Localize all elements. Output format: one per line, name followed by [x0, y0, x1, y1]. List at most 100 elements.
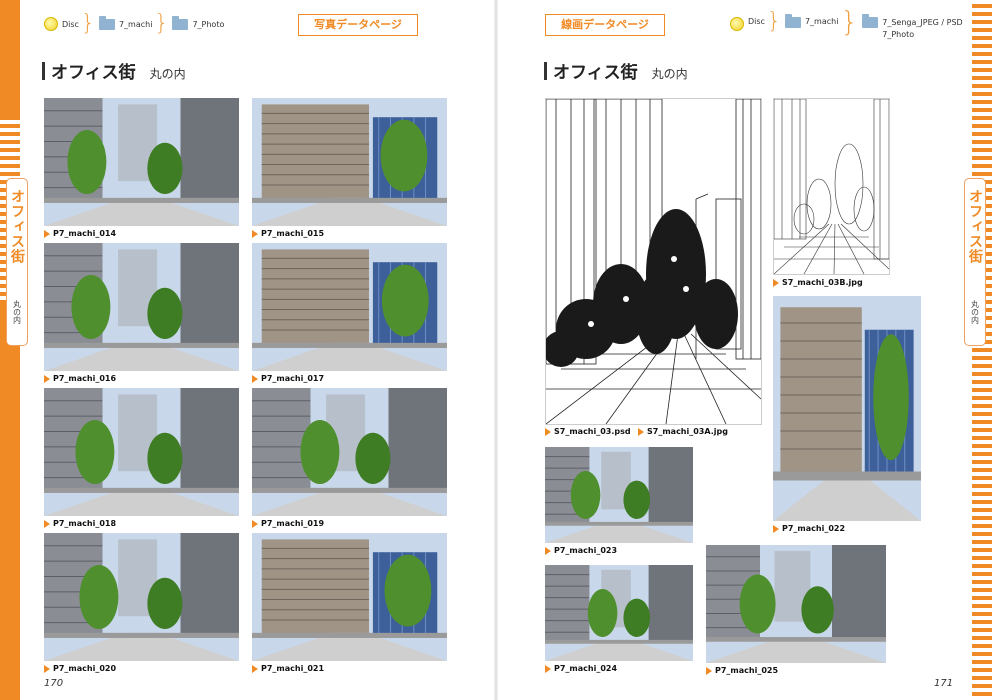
breadcrumb-item[interactable]: 7_machi	[119, 20, 152, 29]
caption-text: S7_machi_03A.jpg	[647, 427, 728, 436]
photo-illustration	[252, 98, 447, 226]
caption-text: P7_machi_019	[261, 519, 325, 528]
side-tab-subtitle: 丸の内	[12, 300, 22, 324]
caption-marker-icon	[44, 664, 50, 673]
disc-icon	[730, 17, 744, 31]
right-page-number: 171	[934, 678, 954, 689]
side-tab-title: オフィス街	[9, 189, 25, 264]
caption-marker-icon	[773, 524, 779, 533]
brace-icon: }	[766, 9, 781, 34]
caption-marker-icon	[545, 427, 551, 436]
photo-illustration	[545, 565, 693, 661]
caption-marker-icon	[252, 519, 258, 528]
photo-caption: P7_machi_025	[706, 666, 778, 675]
folder-icon	[862, 14, 879, 28]
photo-illustration	[545, 447, 693, 543]
folder-icon	[172, 15, 189, 30]
photo-caption: P7_machi_020	[44, 664, 116, 673]
caption-text: S7_machi_03.psd	[554, 427, 631, 436]
breadcrumb-item[interactable]: Disc	[62, 20, 79, 29]
right-page-edge	[972, 0, 992, 700]
line-art-image-small[interactable]	[773, 98, 890, 275]
photo-thumbnail[interactable]	[252, 533, 447, 661]
photo-caption: P7_machi_017	[252, 374, 324, 383]
caption-marker-icon	[545, 546, 551, 555]
photo-thumbnail[interactable]	[252, 98, 447, 226]
photo-caption: P7_machi_019	[252, 519, 324, 528]
caption-text: P7_machi_024	[554, 664, 618, 673]
right-side-index-tab[interactable]: オフィス街 丸の内	[964, 178, 986, 346]
breadcrumb-item[interactable]: 7_Photo	[882, 29, 962, 41]
caption-text: P7_machi_014	[53, 229, 117, 238]
photo-illustration	[252, 243, 447, 371]
breadcrumb-item[interactable]: 7_Photo	[192, 20, 224, 29]
breadcrumb-item[interactable]: 7_Senga_JPEG / PSD	[882, 17, 962, 29]
breadcrumb-item[interactable]: 7_machi	[805, 17, 838, 26]
caption-marker-icon	[44, 519, 50, 528]
caption-text: P7_machi_015	[261, 229, 325, 238]
photo-caption: P7_machi_018	[44, 519, 116, 528]
caption-text: P7_machi_016	[53, 374, 117, 383]
breadcrumb-item[interactable]: Disc	[748, 17, 765, 26]
folder-icon	[784, 14, 801, 28]
caption-text: P7_machi_025	[715, 666, 779, 675]
caption-text: P7_machi_022	[782, 524, 846, 533]
photo-thumbnail[interactable]	[44, 243, 239, 371]
left-page-number: 170	[44, 678, 64, 689]
left-side-index-tab[interactable]: オフィス街 丸の内	[6, 178, 28, 346]
line-art-caption: S7_machi_03A.jpg	[638, 427, 728, 436]
brace-icon: }	[154, 11, 169, 36]
brace-icon: }	[840, 5, 859, 38]
line-art-drawing	[546, 99, 761, 424]
photo-caption: P7_machi_015	[252, 229, 324, 238]
page-title: オフィス街	[553, 63, 638, 83]
line-art-image-large[interactable]	[545, 98, 762, 425]
caption-marker-icon	[252, 374, 258, 383]
photo-thumbnail[interactable]	[706, 545, 886, 663]
caption-marker-icon	[638, 427, 644, 436]
right-page-title: オフィス街 丸の内	[544, 58, 688, 83]
right-breadcrumb: Disc } 7_machi } 7_Senga_JPEG / PSD 7_Ph…	[730, 5, 963, 41]
photo-illustration	[44, 533, 239, 661]
photo-illustration	[252, 388, 447, 516]
photo-illustration	[44, 243, 239, 371]
photo-thumbnail[interactable]	[545, 565, 693, 661]
line-art-caption: S7_machi_03B.jpg	[773, 278, 863, 287]
photo-thumbnail[interactable]	[252, 388, 447, 516]
photo-thumbnail[interactable]	[545, 447, 693, 543]
photo-caption: P7_machi_024	[545, 664, 617, 673]
disc-icon	[44, 17, 58, 31]
side-tab-subtitle: 丸の内	[970, 300, 980, 324]
caption-marker-icon	[44, 374, 50, 383]
left-page-label: 写真データページ	[298, 14, 418, 36]
photo-thumbnail[interactable]	[252, 243, 447, 371]
photo-illustration	[44, 98, 239, 226]
caption-marker-icon	[44, 229, 50, 238]
page-subtitle: 丸の内	[149, 67, 186, 81]
left-page-edge	[0, 0, 20, 700]
photo-thumbnail[interactable]	[44, 98, 239, 226]
caption-text: P7_machi_023	[554, 546, 618, 555]
photo-illustration	[44, 388, 239, 516]
photo-thumbnail[interactable]	[44, 388, 239, 516]
photo-caption: P7_machi_022	[773, 524, 845, 533]
caption-text: S7_machi_03B.jpg	[782, 278, 863, 287]
caption-text: P7_machi_021	[261, 664, 325, 673]
photo-thumbnail[interactable]	[773, 296, 921, 521]
photo-illustration	[706, 545, 886, 663]
book-spine	[494, 0, 498, 700]
caption-marker-icon	[545, 664, 551, 673]
caption-text: P7_machi_020	[53, 664, 117, 673]
left-page-title: オフィス街 丸の内	[42, 58, 186, 83]
folder-icon	[98, 15, 115, 30]
photo-caption: P7_machi_014	[44, 229, 116, 238]
photo-caption: P7_machi_016	[44, 374, 116, 383]
brace-icon: }	[80, 11, 95, 36]
photo-thumbnail[interactable]	[44, 533, 239, 661]
line-art-caption: S7_machi_03.psd	[545, 427, 631, 436]
right-page-label: 線画データページ	[545, 14, 665, 36]
page-subtitle: 丸の内	[651, 67, 688, 81]
caption-text: P7_machi_017	[261, 374, 325, 383]
caption-marker-icon	[252, 229, 258, 238]
line-art-drawing	[774, 99, 889, 274]
